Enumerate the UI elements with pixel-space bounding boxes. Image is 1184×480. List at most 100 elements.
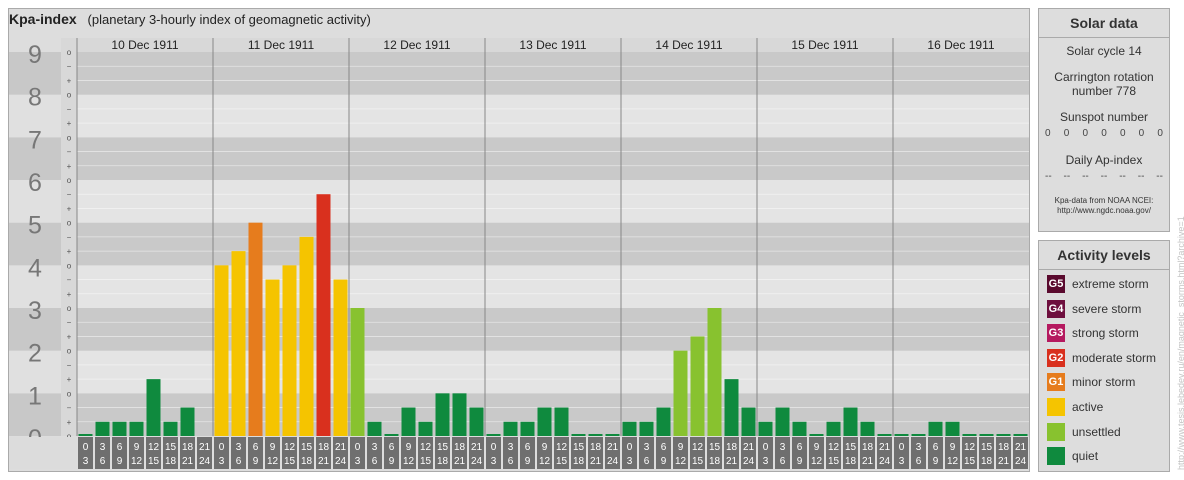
kp-bar	[452, 393, 467, 436]
hour-start-label: 15	[709, 442, 721, 453]
kp-bar	[860, 421, 875, 436]
level-quiet: quiet	[1039, 444, 1169, 469]
minor-tick-label: o	[67, 48, 72, 57]
hour-end-label: 21	[726, 456, 738, 467]
minor-tick-label: −	[67, 361, 72, 370]
kp-bar	[180, 407, 195, 436]
sunspot-value: 0	[1101, 128, 1107, 139]
sunspot-value: 0	[1157, 128, 1163, 139]
kp-bar	[214, 265, 229, 436]
minor-tick-label: o	[67, 91, 72, 100]
kp-bar	[741, 407, 756, 436]
hour-start-label: 9	[270, 442, 276, 453]
active-swatch	[1047, 397, 1065, 416]
hour-end-label: 24	[471, 456, 483, 467]
level-active: active	[1039, 395, 1169, 420]
hour-start-label: 15	[301, 442, 313, 453]
source-watermark: http://www.tesis.lebedev.ru/en/magnetic_…	[1176, 216, 1184, 470]
hour-end-label: 18	[573, 456, 585, 467]
hour-start-label: 0	[899, 442, 905, 453]
hour-end-label: 21	[454, 456, 466, 467]
hour-end-label: 21	[318, 456, 330, 467]
hour-end-label: 3	[355, 456, 361, 467]
kp-bar	[333, 279, 348, 436]
ap-values: -- -- -- -- -- -- --	[1039, 171, 1169, 182]
background-band	[77, 222, 1029, 266]
hour-start-label: 6	[389, 442, 395, 453]
g5-badge: G5	[1047, 275, 1065, 293]
hour-start-label: 0	[355, 442, 361, 453]
sunspot-value: 0	[1063, 128, 1070, 139]
level-label: severe storm	[1072, 301, 1142, 316]
kp-bar	[129, 421, 144, 436]
hour-end-label: 18	[165, 456, 177, 467]
hour-end-label: 21	[590, 456, 602, 467]
axis-corner	[9, 437, 77, 469]
minor-tick-label: o	[67, 133, 72, 142]
hour-end-label: 18	[437, 456, 449, 467]
y-tick-label: 8	[28, 84, 42, 112]
hour-end-label: 21	[182, 456, 194, 467]
minor-tick-label: +	[67, 204, 72, 213]
hour-end-label: 24	[1015, 456, 1027, 467]
minor-tick-label: +	[67, 418, 72, 427]
hour-start-label: 18	[862, 442, 874, 453]
level-strong-storm: G3 strong storm	[1039, 321, 1169, 346]
minor-tick-label: −	[67, 318, 72, 327]
day-label: 12 Dec 1911	[383, 38, 450, 52]
hour-end-label: 15	[692, 456, 704, 467]
g4-badge: G4	[1047, 299, 1065, 318]
solar-cycle: Solar cycle 14	[1066, 44, 1142, 58]
y-tick-label: 7	[28, 126, 42, 154]
hour-start-label: 21	[199, 442, 211, 453]
hour-start-label: 0	[627, 442, 633, 453]
hour-start-label: 21	[335, 442, 347, 453]
solar-data-title: Solar data	[1039, 9, 1169, 38]
day-label: 11 Dec 1911	[248, 38, 315, 52]
g1-badge: G1	[1047, 373, 1065, 392]
hour-start-label: 21	[607, 442, 619, 453]
kp-bar	[503, 421, 518, 436]
hour-start-label: 18	[998, 442, 1010, 453]
hour-end-label: 12	[131, 456, 143, 467]
hour-end-label: 12	[947, 456, 959, 467]
background-band	[77, 137, 1029, 180]
ap-value: --	[1045, 171, 1052, 182]
hour-end-label: 9	[117, 456, 123, 467]
level-label: strong storm	[1072, 326, 1139, 341]
kp-bar	[435, 393, 450, 436]
sunspot-value: 0	[1138, 128, 1145, 139]
kp-bar	[299, 236, 314, 436]
hour-end-label: 3	[219, 456, 225, 467]
level-extreme-storm: G5 extreme storm	[1039, 272, 1169, 297]
hour-start-label: 6	[117, 442, 123, 453]
sunspot-value: 0	[1082, 128, 1089, 139]
kp-bar	[758, 421, 773, 436]
hour-start-label: 3	[508, 442, 514, 453]
sunspot-value: 0	[1119, 128, 1126, 139]
hour-end-label: 6	[236, 456, 242, 467]
kp-bar	[690, 336, 705, 436]
minor-tick-label: o	[67, 347, 72, 356]
minor-tick-label: +	[67, 247, 72, 256]
hour-end-label: 12	[267, 456, 279, 467]
level-unsettled: unsettled	[1039, 420, 1169, 445]
hour-start-label: 0	[83, 442, 89, 453]
hour-end-label: 6	[372, 456, 378, 467]
kp-bar	[469, 407, 484, 436]
minor-tick-label: −	[67, 404, 72, 413]
minor-tick-label: o	[67, 389, 72, 398]
hour-start-label: 6	[797, 442, 803, 453]
minor-tick-label: +	[67, 162, 72, 171]
hour-end-label: 12	[403, 456, 415, 467]
background-band	[77, 52, 1029, 95]
ap-value: --	[1063, 171, 1071, 182]
minor-tick-label: +	[67, 332, 72, 341]
hour-end-label: 15	[556, 456, 568, 467]
carrington-line2: number 778	[1071, 84, 1137, 98]
day-label: 13 Dec 1911	[519, 38, 586, 52]
hour-end-label: 9	[389, 456, 395, 467]
kp-bar	[537, 407, 552, 436]
y-tick-label: 4	[28, 254, 42, 282]
minor-tick-label: −	[67, 190, 72, 199]
